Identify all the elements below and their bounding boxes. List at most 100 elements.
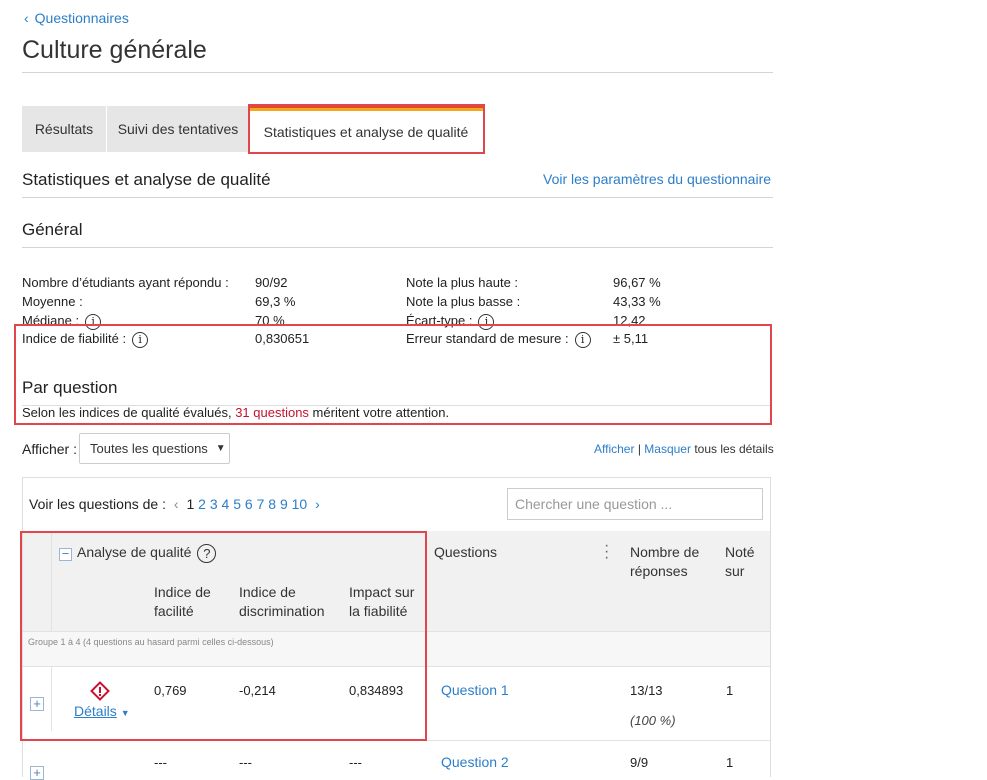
summary-suffix: méritent votre attention. [308, 405, 450, 420]
stat-value-stddev: 12,42 [613, 313, 646, 328]
col-questions: Questions [434, 544, 498, 560]
col-facility: Indice de facilité [154, 584, 211, 619]
info-icon[interactable]: i [574, 331, 591, 348]
page-link[interactable]: 2 [198, 496, 206, 512]
chevron-left-icon[interactable]: ‹ [174, 496, 179, 512]
page-link[interactable]: 5 [233, 496, 241, 512]
show-all-details-link[interactable]: Afficher [594, 442, 634, 456]
chevron-right-icon[interactable]: › [315, 496, 320, 512]
stat-sem: Erreur standard de mesure : i [406, 331, 591, 348]
row1-score: 1 [726, 683, 734, 698]
question-link[interactable]: Question 1 [441, 682, 509, 698]
page-link[interactable]: 7 [257, 496, 265, 512]
col-discrimination: Indice de discrimination [239, 584, 325, 619]
page-link[interactable]: 8 [268, 496, 276, 512]
stat-label-respondents: Nombre d’étudiants ayant répondu : [22, 275, 229, 290]
stat-reliability: Indice de fiabilité : i [22, 331, 149, 348]
stat-value-lowest: 43,33 % [613, 294, 661, 309]
expand-row-icon[interactable]: + [30, 697, 44, 711]
row1-responses-pct: (100 %) [630, 713, 676, 728]
filter-label: Afficher : [22, 441, 77, 457]
quality-header: Analyse de qualité? [77, 543, 217, 563]
summary-prefix: Selon les indices de qualité évalués, [22, 405, 236, 420]
pager-label: Voir les questions de : [29, 496, 166, 512]
tab-statistiques[interactable]: Statistiques et analyse de qualité [249, 106, 483, 152]
stat-value-median: 70 % [255, 313, 285, 328]
col-score: Noté sur [725, 544, 755, 579]
expand-row-icon[interactable]: + [30, 766, 44, 780]
tab-suivi-tentatives[interactable]: Suivi des tentatives [107, 106, 249, 152]
stat-label-highest: Note la plus haute : [406, 275, 519, 290]
hide-all-details-link[interactable]: Masquer [644, 442, 691, 456]
collapse-icon[interactable]: − [59, 547, 72, 561]
stat-value-highest: 96,67 % [613, 275, 661, 290]
stat-value-respondents: 90/92 [255, 275, 288, 290]
select-value: Toutes les questions [90, 441, 208, 456]
settings-link[interactable]: Voir les paramètres du questionnaire [543, 171, 771, 187]
question-filter-select[interactable]: Toutes les questions ▼ [79, 433, 230, 464]
per-question-summary: Selon les indices de qualité évalués, 31… [22, 405, 449, 420]
row-divider [23, 740, 770, 741]
search-placeholder: Chercher une question ... [515, 496, 673, 512]
per-question-title: Par question [22, 378, 118, 397]
title-divider [22, 72, 773, 73]
chevron-left-icon: ‹ [24, 10, 29, 26]
row1-facility: 0,769 [154, 683, 187, 698]
summary-count: 31 questions [235, 405, 309, 420]
row2-impact: --- [349, 755, 362, 770]
details-dropdown[interactable]: Détails ▼ [74, 703, 130, 719]
question-search-input[interactable]: Chercher une question ... [507, 488, 763, 520]
general-divider [22, 247, 773, 248]
col-responses: Nombre de réponses [630, 544, 700, 579]
pager-current: 1 [186, 496, 195, 512]
more-vertical-icon[interactable]: · · · [604, 538, 609, 566]
stat-label-stddev: Écart-type : [406, 313, 473, 328]
row2-facility: --- [154, 755, 167, 770]
section-divider [22, 197, 773, 198]
stat-stddev: Écart-type : i [406, 313, 495, 330]
page-link[interactable]: 9 [280, 496, 288, 512]
page-link[interactable]: 3 [210, 496, 218, 512]
details-label: Détails [74, 703, 117, 719]
row1-impact: 0,834893 [349, 683, 404, 698]
page-link[interactable]: 6 [245, 496, 253, 512]
tab-label: Statistiques et analyse de qualité [263, 123, 469, 140]
quality-header-label: Analyse de qualité [77, 544, 192, 560]
toggle-suffix: tous les détails [694, 442, 774, 456]
stat-label-lowest: Note la plus basse : [406, 294, 521, 309]
caret-down-icon: ▼ [120, 708, 130, 718]
tab-resultats[interactable]: Résultats [22, 106, 106, 152]
back-link[interactable]: ‹ Questionnaires [24, 10, 129, 26]
page-link[interactable]: 4 [222, 496, 230, 512]
stat-label-median: Médiane : [22, 313, 80, 328]
info-icon[interactable]: i [85, 313, 102, 330]
stat-label-reliability: Indice de fiabilité : [22, 331, 127, 346]
general-title: Général [22, 220, 83, 239]
toggle-separator: | [637, 442, 641, 456]
group-row: Groupe 1 à 4 (4 questions au hasard parm… [23, 631, 770, 667]
stat-median: Médiane : i [22, 313, 102, 330]
col-impact: Impact sur la fiabilité [349, 584, 415, 619]
back-link-label: Questionnaires [34, 10, 129, 26]
group-label: Groupe 1 à 4 (4 questions au hasard parm… [28, 637, 274, 647]
help-icon[interactable]: ? [197, 543, 217, 563]
tab-label: Résultats [34, 121, 94, 137]
pager: Voir les questions de : ‹ 1 2 3 4 5 6 7 … [29, 496, 320, 512]
info-icon[interactable]: i [132, 331, 149, 348]
stat-label-average: Moyenne : [22, 294, 83, 309]
question-link[interactable]: Question 2 [441, 754, 509, 770]
stat-value-sem: ± 5,11 [613, 331, 649, 346]
stat-value-average: 69,3 % [255, 294, 296, 309]
caret-down-icon: ▼ [215, 443, 226, 454]
row1-discrimination: -0,214 [239, 683, 276, 698]
row1-responses: 13/13 [630, 683, 663, 698]
details-toggle: Afficher | Masquer tous les détails [594, 442, 774, 456]
row2-score: 1 [726, 755, 734, 770]
tab-label: Suivi des tentatives [117, 121, 239, 137]
page-link[interactable]: 10 [292, 496, 308, 512]
page-title: Culture générale [22, 36, 207, 64]
info-icon[interactable]: i [478, 313, 495, 330]
stat-value-reliability: 0,830651 [255, 331, 310, 346]
row2-responses: 9/9 [630, 755, 649, 770]
row2-discrimination: --- [239, 755, 252, 770]
